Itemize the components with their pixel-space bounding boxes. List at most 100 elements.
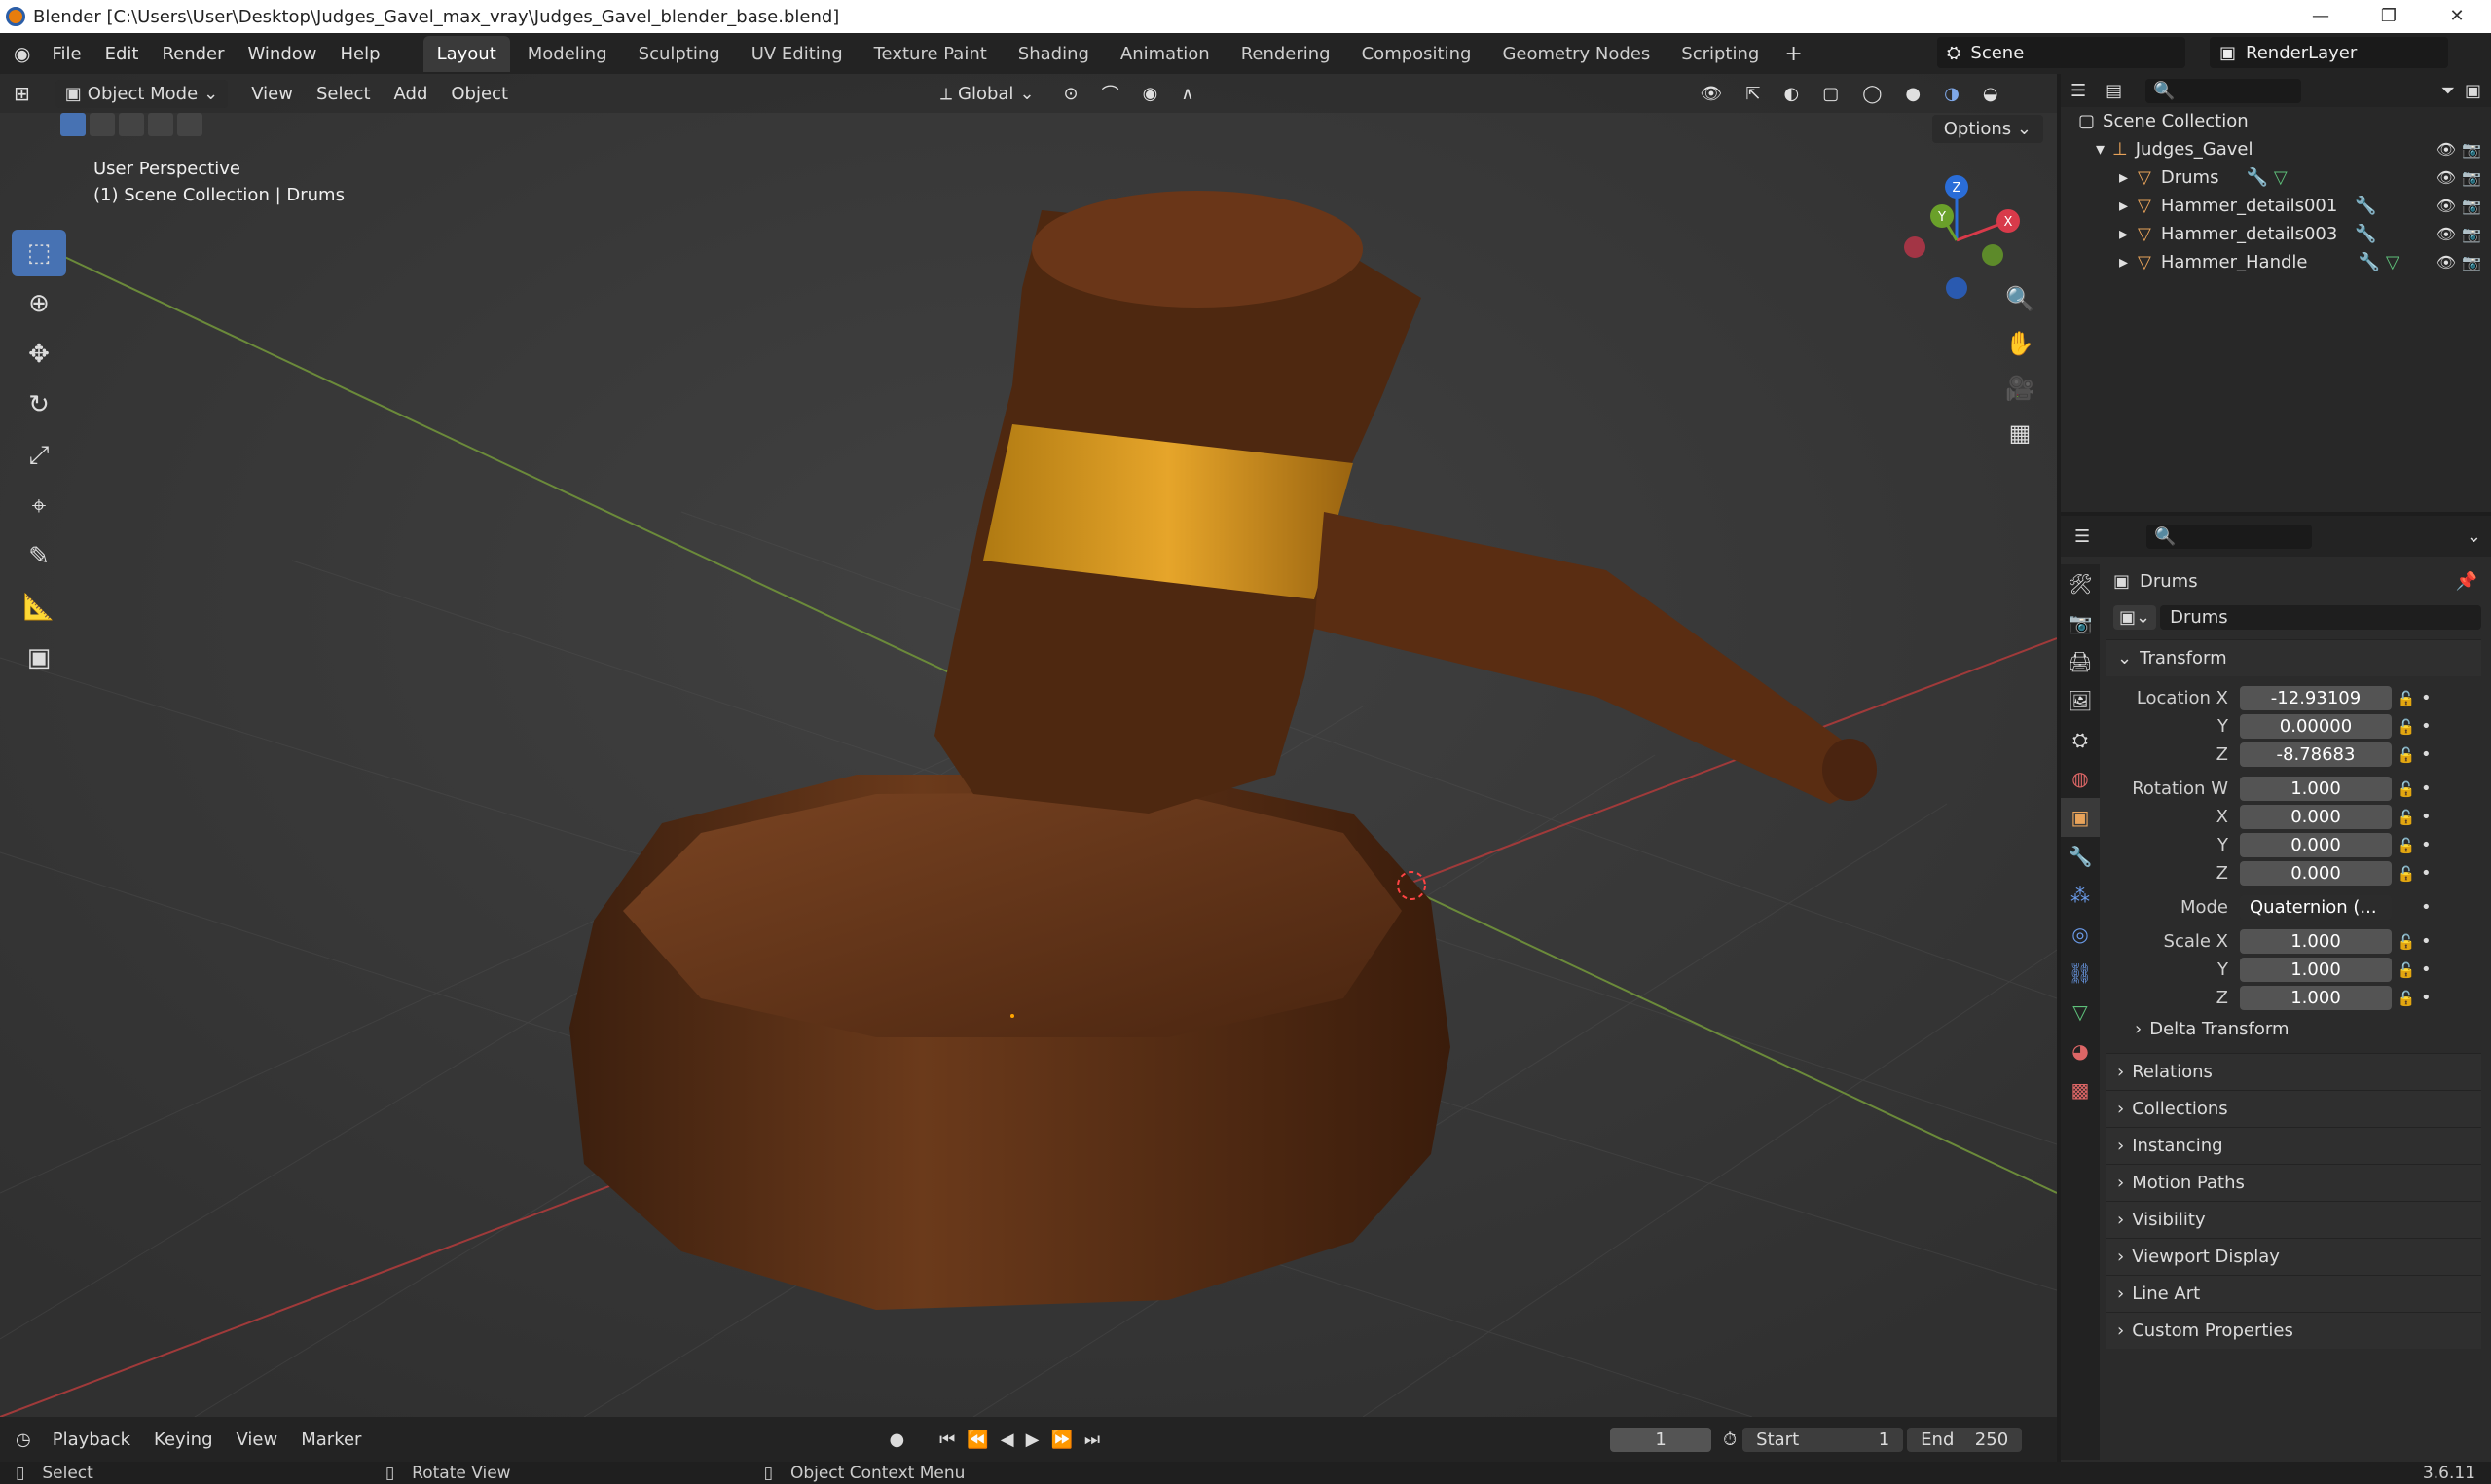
texture-tab-icon[interactable]: ▩	[2061, 1070, 2100, 1109]
physics-tab-icon[interactable]: ◎	[2061, 915, 2100, 954]
panel-custom-properties[interactable]: › Custom Properties	[2106, 1312, 2481, 1349]
viewport-menu-view[interactable]: View	[241, 80, 303, 108]
panel-instancing[interactable]: › Instancing	[2106, 1127, 2481, 1164]
tab-modeling[interactable]: Modeling	[514, 36, 621, 72]
jump-end-icon[interactable]: ⏭	[1084, 1430, 1100, 1450]
solid-shading-icon[interactable]: ●	[1895, 80, 1930, 108]
lock-icon[interactable]: 🔓	[2392, 809, 2421, 826]
scale-tool-icon[interactable]: ⤢	[12, 432, 66, 479]
eye-icon[interactable]: 👁	[2436, 140, 2456, 159]
jump-keyframe-back-icon[interactable]: ⏪	[967, 1430, 988, 1450]
play-reverse-icon[interactable]: ◀	[1001, 1430, 1014, 1450]
timeline-editor-icon[interactable]: ◷	[0, 1430, 41, 1450]
tool-tab-icon[interactable]: 🛠	[2061, 564, 2100, 603]
camera-icon[interactable]: 📷	[2462, 225, 2481, 243]
tab-animation[interactable]: Animation	[1107, 36, 1224, 72]
pivot-icon[interactable]: ⊙	[1054, 80, 1088, 108]
output-tab-icon[interactable]: 🖨	[2061, 642, 2100, 681]
scale-x-field[interactable]: 1.000	[2240, 929, 2392, 954]
panel-line-art[interactable]: › Line Art	[2106, 1275, 2481, 1312]
scene-selector[interactable]: ⛭ Scene	[1937, 37, 2185, 68]
keyframe-dot-icon[interactable]: •	[2421, 716, 2432, 737]
minimize-button[interactable]: —	[2287, 0, 2355, 33]
rendered-shading-icon[interactable]: ◒	[1973, 80, 2008, 108]
location-z-field[interactable]: -8.78683	[2240, 742, 2392, 767]
end-frame-field[interactable]: End 250	[1907, 1427, 2023, 1452]
orientation-dropdown[interactable]: ⟂ Global ⌄	[931, 80, 1044, 108]
location-x-field[interactable]: -12.93109	[2240, 686, 2392, 710]
particles-tab-icon[interactable]: ⁂	[2061, 876, 2100, 915]
object-tab-icon[interactable]: ▣	[2061, 798, 2100, 837]
lock-icon[interactable]: 🔓	[2392, 746, 2421, 764]
visibility-icon[interactable]: 👁	[1691, 80, 1733, 108]
new-collection-icon[interactable]: ▣	[2465, 81, 2481, 101]
tab-layout[interactable]: Layout	[422, 35, 510, 72]
panel-visibility[interactable]: › Visibility	[2106, 1201, 2481, 1238]
eye-icon[interactable]: 👁	[2436, 168, 2456, 187]
keyframe-dot-icon[interactable]: •	[2421, 688, 2432, 708]
constraints-tab-icon[interactable]: ⛓	[2061, 954, 2100, 993]
lock-icon[interactable]: 🔓	[2392, 990, 2421, 1007]
expand-arrow-icon[interactable]: ▸	[2119, 196, 2128, 216]
perspective-grid-icon[interactable]: ▦	[2000, 411, 2039, 455]
transform-panel-header[interactable]: ⌄ Transform	[2106, 639, 2481, 676]
timeline-menu-view[interactable]: View	[225, 1430, 290, 1450]
rotate-tool-icon[interactable]: ↻	[12, 381, 66, 428]
tab-uv-editing[interactable]: UV Editing	[738, 36, 857, 72]
menu-edit[interactable]: Edit	[93, 44, 151, 64]
tab-compositing[interactable]: Compositing	[1348, 36, 1485, 72]
eye-icon[interactable]: 👁	[2436, 225, 2456, 243]
wireframe-shading-icon[interactable]: ◯	[1852, 80, 1891, 108]
keyframe-dot-icon[interactable]: •	[2421, 931, 2432, 952]
camera-icon[interactable]: 📷	[2462, 197, 2481, 215]
transform-tool-icon[interactable]: ⌖	[12, 483, 66, 529]
scale-y-field[interactable]: 1.000	[2240, 958, 2392, 982]
keyframe-dot-icon[interactable]: •	[2421, 988, 2432, 1008]
rotation-w-field[interactable]: 1.000	[2240, 777, 2392, 801]
keyframe-dot-icon[interactable]: •	[2421, 959, 2432, 980]
lock-icon[interactable]: 🔓	[2392, 865, 2421, 883]
menu-help[interactable]: Help	[329, 44, 392, 64]
expand-arrow-icon[interactable]: ▸	[2119, 252, 2128, 272]
overlay-icon[interactable]: ◐	[1774, 80, 1809, 108]
expand-arrow-icon[interactable]: ▾	[2096, 139, 2105, 160]
camera-icon[interactable]: 📷	[2462, 168, 2481, 187]
mode-dropdown[interactable]: ▣ Object Mode ⌄	[55, 79, 229, 108]
viewport-menu-select[interactable]: Select	[307, 80, 381, 108]
rotation-x-field[interactable]: 0.000	[2240, 805, 2392, 829]
tree-row-collection[interactable]: ▾ ⊥ Judges_Gavel 👁 📷	[2061, 135, 2491, 163]
pan-hand-icon[interactable]: ✋	[2000, 321, 2039, 366]
search-icon[interactable]: 🔍	[2145, 78, 2302, 103]
keyframe-dot-icon[interactable]: •	[2421, 744, 2432, 765]
menu-file[interactable]: File	[40, 44, 92, 64]
material-tab-icon[interactable]: ◕	[2061, 1032, 2100, 1070]
select-new-icon[interactable]	[60, 113, 86, 136]
display-mode-icon[interactable]: ▤	[2106, 81, 2122, 101]
rotation-mode-dropdown[interactable]: Quaternion (...	[2240, 895, 2392, 920]
move-tool-icon[interactable]: ✥	[12, 331, 66, 378]
render-tab-icon[interactable]: 📷	[2061, 603, 2100, 642]
play-icon[interactable]: ▶	[1026, 1430, 1040, 1450]
rotation-y-field[interactable]: 0.000	[2240, 833, 2392, 857]
select-subtract-icon[interactable]	[119, 113, 144, 136]
timeline-menu-playback[interactable]: Playback	[41, 1430, 142, 1450]
eye-icon[interactable]: 👁	[2436, 253, 2456, 271]
select-box-tool-icon[interactable]: ⬚	[12, 230, 66, 276]
menu-render[interactable]: Render	[150, 44, 236, 64]
current-frame-field[interactable]: 1	[1610, 1427, 1712, 1452]
start-frame-field[interactable]: Start 1	[1742, 1427, 1904, 1452]
tab-scripting[interactable]: Scripting	[1667, 36, 1773, 72]
jump-keyframe-forward-icon[interactable]: ⏩	[1050, 1430, 1072, 1450]
annotate-tool-icon[interactable]: ✎	[12, 533, 66, 580]
object-data-field[interactable]: ▣⌄ Drums	[2113, 605, 2481, 630]
keyframe-dot-icon[interactable]: •	[2421, 863, 2432, 884]
editor-type-icon[interactable]: ⊞	[4, 78, 40, 109]
blender-menu-icon[interactable]: ◉	[0, 42, 40, 65]
keyframe-dot-icon[interactable]: •	[2421, 835, 2432, 855]
keyframe-dot-icon[interactable]: •	[2421, 778, 2432, 799]
modifier-tab-icon[interactable]: 🔧	[2061, 837, 2100, 876]
keyframe-dot-icon[interactable]: •	[2421, 897, 2432, 918]
view-layer-tab-icon[interactable]: 🖼	[2061, 681, 2100, 720]
tree-row-hammer-details001[interactable]: ▸ ▽ Hammer_details001 🔧 👁 📷	[2061, 192, 2491, 220]
panel-relations[interactable]: › Relations	[2106, 1053, 2481, 1090]
